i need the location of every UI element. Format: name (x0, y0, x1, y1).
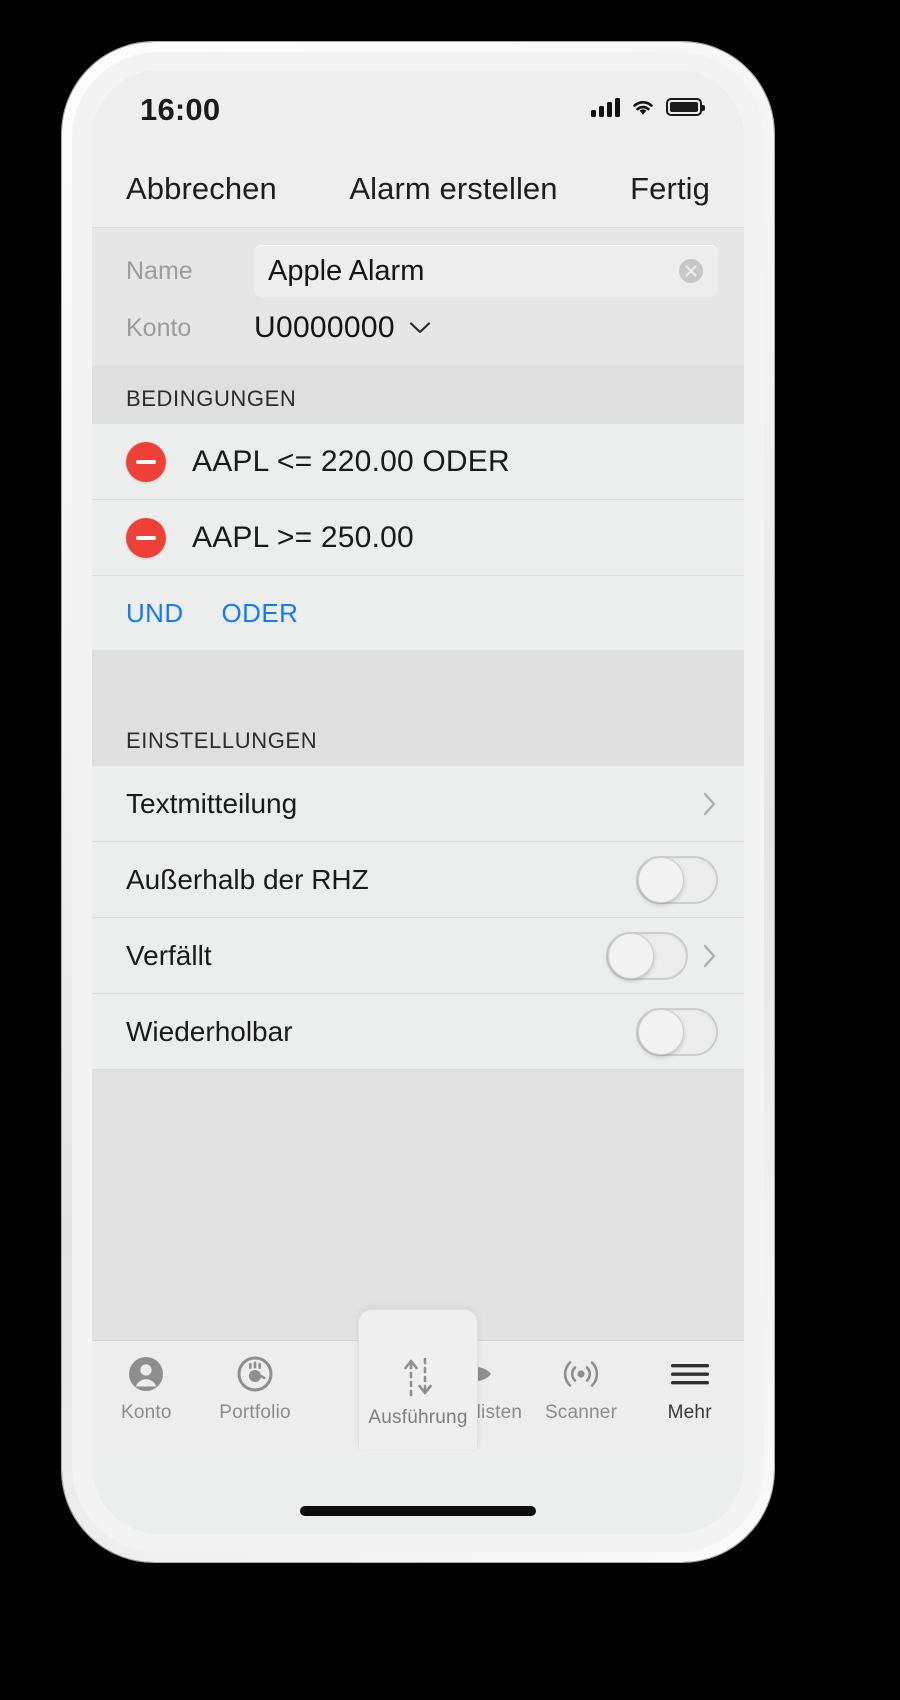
settings-row-ausserhalb-rhz[interactable]: Außerhalb der RHZ (92, 842, 744, 918)
minus-circle-icon[interactable] (126, 517, 166, 558)
order-arrows-icon (397, 1356, 439, 1398)
clear-circle-icon[interactable] (678, 258, 704, 284)
cellular-signal-icon (591, 97, 620, 117)
wifi-icon (633, 101, 653, 115)
and-button[interactable]: UND (126, 598, 184, 629)
toggle-ausserhalb-rhz[interactable] (636, 855, 718, 904)
settings-row-label: Verfällt (126, 939, 212, 971)
settings-row-label: Wiederholbar (126, 1015, 293, 1047)
condition-row[interactable]: AAPL >= 250.00 (92, 500, 744, 576)
tab-label: Mehr (667, 1402, 712, 1423)
tab-label: Konto (121, 1402, 172, 1423)
tab-mehr[interactable]: Mehr (635, 1353, 744, 1424)
phone-screen: 16:00 Abbrechen Alarm erstellen Fertig N… (92, 70, 744, 1534)
name-label: Name (126, 256, 193, 285)
toggle-knob (638, 1008, 684, 1055)
chevron-down-icon[interactable] (409, 321, 431, 335)
status-time: 16:00 (140, 92, 221, 127)
section-spacer (92, 650, 744, 708)
screen-content: Abbrechen Alarm erstellen Fertig Name Ap… (92, 150, 744, 1456)
settings-row-wiederholbar[interactable]: Wiederholbar (92, 994, 744, 1070)
portfolio-pie-icon (236, 1353, 274, 1395)
toggle-knob (608, 932, 654, 979)
toggle-verfaellt[interactable] (606, 931, 688, 980)
logic-operator-row: UND ODER (92, 576, 744, 650)
empty-area (92, 1070, 744, 1340)
tab-label: Ausführung (368, 1407, 468, 1428)
settings-row-label: Textmitteilung (126, 787, 298, 819)
chevron-right-icon[interactable] (702, 791, 718, 817)
conditions-section-header: BEDINGUNGEN (92, 366, 744, 424)
account-value[interactable]: U0000000 (254, 311, 395, 345)
tab-portfolio[interactable]: Portfolio (201, 1353, 310, 1424)
scanner-waves-icon (560, 1353, 602, 1395)
condition-text: AAPL <= 220.00 ODER (192, 444, 510, 478)
settings-section-header: EINSTELLUNGEN (92, 708, 744, 766)
battery-full-icon (666, 98, 705, 116)
name-input[interactable]: Apple Alarm (254, 245, 718, 297)
tab-konto[interactable]: Konto (92, 1353, 201, 1424)
page-title: Alarm erstellen (349, 170, 558, 206)
settings-row-verfaellt[interactable]: Verfällt (92, 918, 744, 994)
tab-label: Portfolio (219, 1402, 291, 1423)
cancel-button[interactable]: Abbrechen (126, 171, 277, 207)
settings-row-label: Außerhalb der RHZ (126, 863, 369, 895)
toggle-wiederholbar[interactable] (636, 1007, 718, 1056)
done-button[interactable]: Fertig (630, 171, 710, 207)
chevron-right-icon[interactable] (702, 943, 718, 969)
name-input-value[interactable]: Apple Alarm (268, 255, 678, 288)
minus-circle-icon[interactable] (126, 441, 166, 482)
account-person-icon (127, 1353, 165, 1395)
or-button[interactable]: ODER (222, 598, 299, 629)
tab-scanner[interactable]: Scanner (527, 1353, 636, 1424)
tab-label: Scanner (544, 1402, 618, 1423)
account-row[interactable]: Konto U0000000 (92, 300, 744, 356)
condition-text: AAPL >= 250.00 (192, 520, 414, 554)
settings-row-textmitteilung[interactable]: Textmitteilung (92, 766, 744, 842)
toggle-knob (638, 856, 684, 903)
status-bar: 16:00 (92, 70, 744, 150)
status-indicators (591, 94, 705, 117)
navigation-bar: Abbrechen Alarm erstellen Fertig (92, 150, 744, 228)
home-indicator[interactable] (300, 1506, 536, 1516)
account-label: Konto (126, 313, 192, 342)
condition-row[interactable]: AAPL <= 220.00 ODER (92, 424, 744, 500)
tab-ausfuehrung-card[interactable]: Ausführung (358, 1309, 478, 1449)
name-row: Name Apple Alarm (92, 242, 744, 300)
hamburger-menu-icon (668, 1353, 712, 1395)
alarm-form: Name Apple Alarm Konto U0000000 (92, 228, 744, 366)
tab-bar: Konto Portfolio Ausführung Scanner Mehr (92, 1309, 744, 1456)
screenshot-stage: 16:00 Abbrechen Alarm erstellen Fertig N… (0, 0, 900, 1700)
